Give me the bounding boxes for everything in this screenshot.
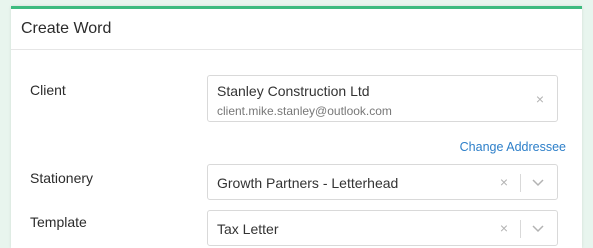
template-label: Template bbox=[30, 214, 87, 230]
stationery-value: Growth Partners - Letterhead bbox=[217, 175, 399, 191]
stationery-label: Stationery bbox=[30, 170, 94, 186]
panel-header: Create Word bbox=[11, 9, 582, 50]
template-select[interactable]: Tax Letter × bbox=[207, 210, 558, 246]
separator bbox=[520, 220, 521, 238]
template-value: Tax Letter bbox=[217, 221, 279, 237]
stationery-select[interactable]: Growth Partners - Letterhead × bbox=[207, 164, 558, 200]
create-word-panel: Create Word Client Stanley Construction … bbox=[11, 6, 582, 248]
client-label: Client bbox=[30, 82, 66, 98]
chevron-down-icon[interactable] bbox=[531, 175, 545, 189]
client-field[interactable]: Stanley Construction Ltd client.mike.sta… bbox=[207, 75, 558, 122]
client-email: client.mike.stanley@outlook.com bbox=[217, 104, 392, 118]
close-icon[interactable]: × bbox=[500, 221, 508, 235]
chevron-down-icon[interactable] bbox=[531, 221, 545, 235]
client-name: Stanley Construction Ltd bbox=[217, 83, 370, 99]
panel-title: Create Word bbox=[21, 20, 112, 37]
separator bbox=[520, 174, 521, 192]
close-icon[interactable]: × bbox=[536, 92, 544, 106]
change-addressee-link[interactable]: Change Addressee bbox=[460, 140, 566, 154]
close-icon[interactable]: × bbox=[500, 175, 508, 189]
